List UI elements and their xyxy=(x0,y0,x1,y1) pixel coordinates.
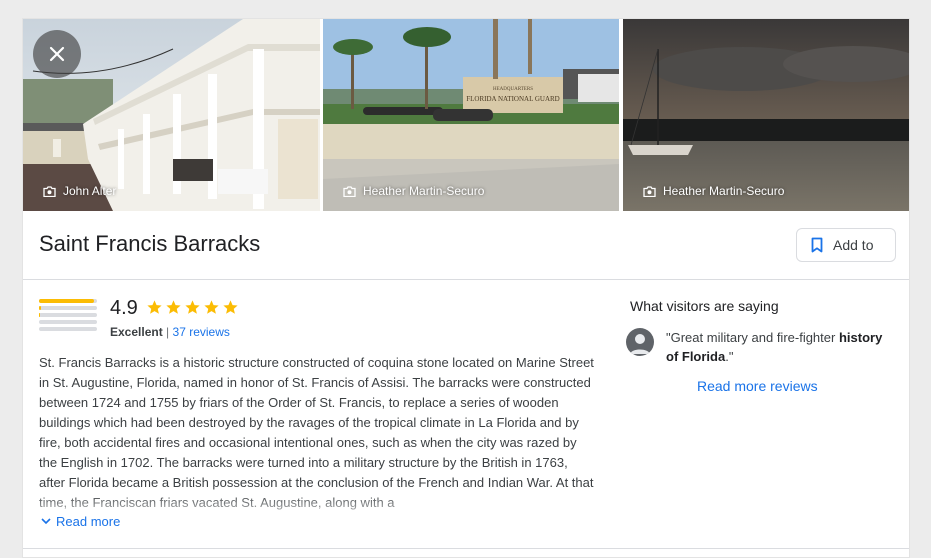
close-icon xyxy=(49,46,65,62)
review-text: "Great military and fire-fighter history… xyxy=(666,328,896,366)
rating-bar-3-star xyxy=(39,313,97,317)
sign-text: FLORIDA NATIONAL GUARD xyxy=(466,95,559,103)
sign-small-text: HEADQUARTERS xyxy=(493,87,533,92)
star-icon xyxy=(147,300,162,314)
rating-bar-2-star xyxy=(39,320,97,324)
rating-separator: | xyxy=(166,325,170,339)
add-to-button[interactable]: Add to xyxy=(796,228,896,262)
rating-subline: Excellent | 37 reviews xyxy=(110,325,230,339)
person-icon xyxy=(630,334,650,354)
reviews-link[interactable]: 37 reviews xyxy=(173,325,230,339)
photo-strip: John Alter HEADQUARTERS FLORIDA NATIONAL xyxy=(23,19,909,211)
avatar xyxy=(626,328,654,356)
place-card: John Alter HEADQUARTERS FLORIDA NATIONAL xyxy=(22,18,910,558)
star-rating xyxy=(146,299,239,316)
divider xyxy=(23,548,909,549)
rating-label: Excellent xyxy=(110,325,163,339)
chevron-down-icon xyxy=(41,518,51,525)
bookmark-icon xyxy=(811,237,823,253)
photo-credit-name: Heather Martin-Securo xyxy=(363,184,485,198)
page-title: Saint Francis Barracks xyxy=(39,231,261,256)
harbor-sunset-image xyxy=(623,19,909,211)
photo-credit-3[interactable]: Heather Martin-Securo xyxy=(643,184,784,198)
star-icon xyxy=(185,300,200,314)
add-to-label: Add to xyxy=(833,237,874,253)
rating-bar-5-star xyxy=(39,299,97,303)
rating-bar-fill xyxy=(39,299,95,303)
visitors-panel: What visitors are saying "Great military… xyxy=(626,298,900,394)
photo-3[interactable]: Heather Martin-Securo xyxy=(623,19,909,211)
title-row: Saint Francis Barracks Add to xyxy=(23,211,909,280)
review-suffix: ." xyxy=(725,349,734,364)
camera-icon xyxy=(643,185,656,197)
star-icon xyxy=(223,300,238,314)
rating-bar-1-star xyxy=(39,327,97,331)
photo-credit-name: John Alter xyxy=(63,184,117,198)
read-more-label: Read more xyxy=(56,514,121,529)
close-button[interactable] xyxy=(33,30,81,78)
review-snippet[interactable]: "Great military and fire-fighter history… xyxy=(626,328,896,366)
star-icon xyxy=(204,300,219,314)
photo-credit-2[interactable]: Heather Martin-Securo xyxy=(343,184,484,198)
rating-score: 4.9 xyxy=(110,297,138,319)
rating-bar-fill xyxy=(39,313,40,317)
photo-2[interactable]: HEADQUARTERS FLORIDA NATIONAL GUARD Heat… xyxy=(323,19,619,211)
photo-credit-name: Heather Martin-Securo xyxy=(663,184,785,198)
read-more-button[interactable]: Read more xyxy=(41,514,120,529)
national-guard-sign-image: HEADQUARTERS FLORIDA NATIONAL GUARD xyxy=(323,19,619,211)
photo-credit-1[interactable]: John Alter xyxy=(43,184,116,198)
rating-bar-4-star xyxy=(39,306,97,310)
review-prefix: "Great military and fire-fighter xyxy=(666,330,839,345)
rating-bar-fill xyxy=(39,306,42,310)
rating-distribution xyxy=(39,299,97,334)
camera-icon xyxy=(43,185,56,197)
visitors-title: What visitors are saying xyxy=(630,298,779,314)
description-text: St. Francis Barracks is a historic struc… xyxy=(39,355,594,510)
photo-1[interactable]: John Alter xyxy=(23,19,320,211)
camera-icon xyxy=(343,185,356,197)
read-more-reviews-link[interactable]: Read more reviews xyxy=(697,378,818,394)
star-icon xyxy=(166,300,181,314)
